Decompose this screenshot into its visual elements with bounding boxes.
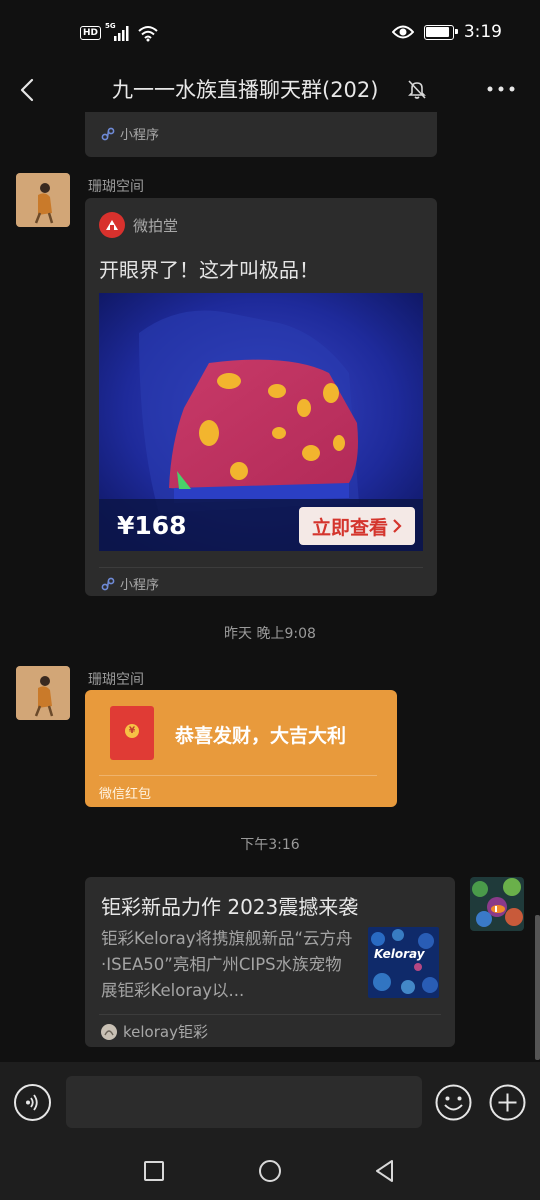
battery-icon [423,24,458,40]
clock: 3:19 [463,22,502,42]
source-logo-icon [101,1023,117,1040]
avatar[interactable] [16,666,70,720]
chevron-right-icon [393,519,402,533]
message-input[interactable] [66,1076,422,1128]
mini-program-card[interactable]: 微拍堂 开眼界了！这才叫极品！ ¥168 立即查看 小程序 [85,198,437,596]
link-card-source: keloray钜彩 [101,1021,208,1042]
recent-apps-button[interactable] [139,1156,169,1186]
price-label: ¥168 [117,511,187,540]
sender-name: 珊瑚空间 [88,179,144,195]
input-bar [0,1062,540,1142]
link-card-thumbnail: Keloray [368,927,439,998]
red-packet-card[interactable]: ¥ 恭喜发财，大吉大利 微信红包 [85,690,397,807]
status-left: HD 5G [80,22,159,42]
card-divider [99,1014,441,1015]
mini-program-footer: 小程序 [101,574,159,593]
red-envelope-icon: ¥ [110,706,154,760]
link-card-description: 钜彩Keloray将携旗舰新品“云方舟·ISEA50”亮相广州CIPS水族宠物展… [101,929,353,1000]
mini-program-label: 小程序 [120,128,160,143]
source-name: keloray钜彩 [123,1023,208,1041]
card-title: 开眼界了！这才叫极品！ [99,258,319,282]
app-name: 微拍堂 [133,216,179,235]
red-packet-label: 微信红包 [99,787,152,802]
sender-name: 珊瑚空间 [88,672,144,688]
view-now-label: 立即查看 [311,516,388,539]
status-right: 3:19 [391,22,502,42]
voice-button[interactable] [14,1084,51,1121]
back-nav-button[interactable] [370,1156,400,1186]
plus-button[interactable] [489,1084,526,1121]
thumbnail-brand: Keloray [374,947,425,961]
chat-header: 九一一水族直播聊天群(202) [0,68,540,112]
battery-fill [426,27,449,37]
link-card[interactable]: 钜彩新品力作 2023震撼来袭 钜彩Keloray将携旗舰新品“云方舟·ISEA… [85,877,455,1047]
wifi-icon [138,26,158,42]
prev-card-footer: 小程序 [101,124,159,143]
timestamp: 下午3:16 [240,837,300,853]
mini-program-icon [101,577,115,590]
emoji-button[interactable] [435,1084,472,1121]
more-options-button[interactable] [484,78,520,100]
red-packet-divider [99,775,377,776]
network-type: 5G [105,22,116,30]
chat-title: 九一一水族直播聊天群(202) [112,78,379,102]
mini-program-label: 小程序 [120,578,160,593]
hd-badge: HD [80,26,102,40]
voice-icon [26,1094,38,1111]
avatar[interactable] [16,173,70,227]
status-bar: HD 5G 3:19 [0,0,540,68]
message-list[interactable]: 小程序 珊瑚空间 微拍堂 开眼界了！这才叫极品！ ¥168 立即查看 小程序 昨… [0,112,540,1062]
back-button[interactable] [14,72,42,108]
card-divider [99,567,423,568]
app-header: 微拍堂 [99,212,178,238]
mini-program-icon [101,127,115,140]
timestamp: 昨天 晚上9:08 [224,626,316,642]
own-avatar[interactable] [470,877,524,931]
weipaitang-logo-icon [99,212,125,238]
system-nav-bar [0,1142,540,1200]
prev-mini-program-card[interactable]: 小程序 [85,112,437,157]
view-now-button[interactable]: 立即查看 [299,507,415,545]
product-image[interactable]: ¥168 立即查看 [99,293,423,551]
home-button[interactable] [255,1156,285,1186]
link-card-title: 钜彩新品力作 2023震撼来袭 [101,895,359,919]
scrollbar[interactable] [535,915,540,1060]
coin-icon: ¥ [125,724,139,738]
eye-icon [391,25,414,39]
signal-icon: 5G [105,22,133,41]
mute-bell-icon [408,80,426,99]
red-packet-greeting: 恭喜发财，大吉大利 [175,725,347,747]
